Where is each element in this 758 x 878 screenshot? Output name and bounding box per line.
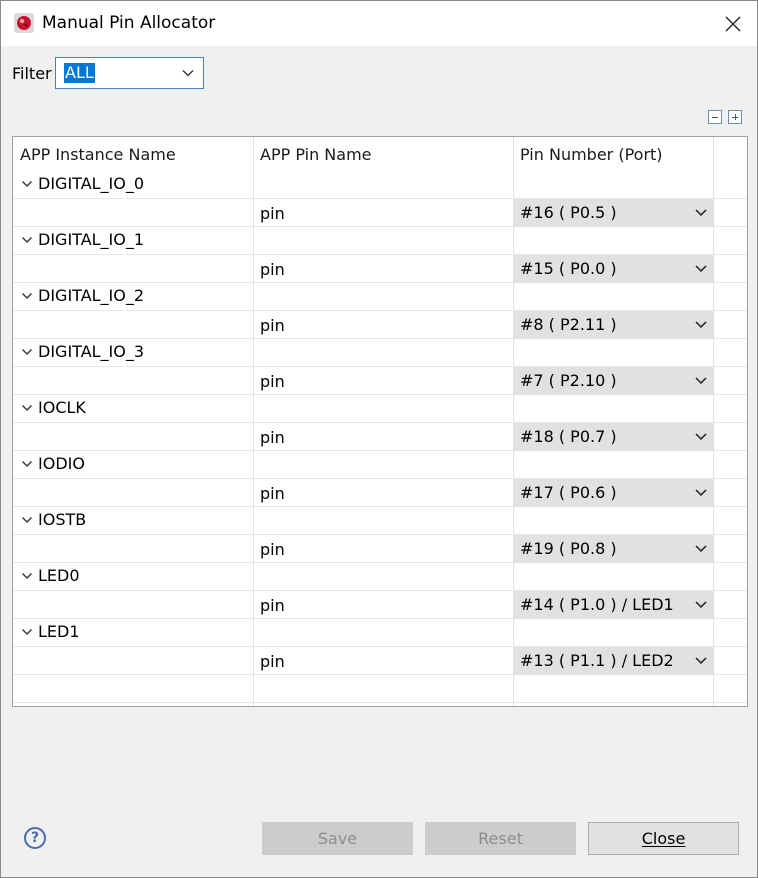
manual-pin-allocator-dialog: Manual Pin Allocator Filter ALL APP Inst… bbox=[0, 0, 758, 878]
column-header-instance[interactable]: APP Instance Name bbox=[20, 145, 176, 164]
instance-name: IOSTB bbox=[38, 510, 87, 529]
chevron-down-icon[interactable] bbox=[21, 570, 33, 582]
table-row-empty bbox=[13, 675, 747, 703]
title-bar: Manual Pin Allocator bbox=[1, 1, 757, 46]
app-chip-icon bbox=[14, 13, 34, 33]
window-title: Manual Pin Allocator bbox=[42, 13, 216, 33]
instance-name: DIGITAL_IO_1 bbox=[38, 230, 145, 249]
table-row-pin[interactable]: pin #14 ( P1.0 ) / LED1 bbox=[13, 591, 747, 619]
chevron-down-icon[interactable] bbox=[21, 626, 33, 638]
column-header-pin-number[interactable]: Pin Number (Port) bbox=[520, 145, 663, 164]
chevron-down-icon bbox=[695, 601, 707, 609]
help-icon[interactable]: ? bbox=[24, 827, 46, 849]
close-icon bbox=[725, 16, 741, 32]
instance-name: IOCLK bbox=[38, 398, 86, 417]
chevron-down-icon[interactable] bbox=[21, 290, 33, 302]
table-header: APP Instance Name APP Pin Name Pin Numbe… bbox=[13, 137, 747, 171]
table-row-pin[interactable]: pin #18 ( P0.7 ) bbox=[13, 423, 747, 451]
pin-number-value: #14 ( P1.0 ) / LED1 bbox=[520, 595, 674, 614]
pin-name: pin bbox=[260, 316, 285, 335]
table-row-instance[interactable]: IODIO bbox=[13, 451, 747, 479]
reset-button[interactable]: Reset bbox=[425, 822, 576, 855]
pin-number-combo[interactable]: #15 ( P0.0 ) bbox=[514, 255, 714, 283]
pin-number-combo[interactable]: #7 ( P2.10 ) bbox=[514, 367, 714, 395]
instance-name: DIGITAL_IO_0 bbox=[38, 174, 145, 193]
pin-number-value: #16 ( P0.5 ) bbox=[520, 203, 617, 222]
expand-all-icon[interactable] bbox=[728, 110, 742, 124]
pin-number-combo[interactable]: #18 ( P0.7 ) bbox=[514, 423, 714, 451]
pin-number-value: #8 ( P2.11 ) bbox=[520, 315, 617, 334]
pin-allocation-table: APP Instance Name APP Pin Name Pin Numbe… bbox=[12, 136, 748, 707]
close-window-button[interactable] bbox=[718, 9, 748, 39]
table-row-instance[interactable]: DIGITAL_IO_1 bbox=[13, 227, 747, 255]
table-row-pin[interactable]: pin #13 ( P1.1 ) / LED2 bbox=[13, 647, 747, 675]
table-row-pin[interactable]: pin #7 ( P2.10 ) bbox=[13, 367, 747, 395]
chevron-down-icon bbox=[695, 209, 707, 217]
chevron-down-icon[interactable] bbox=[21, 234, 33, 246]
pin-number-combo[interactable]: #19 ( P0.8 ) bbox=[514, 535, 714, 563]
chevron-down-icon[interactable] bbox=[21, 402, 33, 414]
table-row-instance[interactable]: LED0 bbox=[13, 563, 747, 591]
pin-number-combo[interactable]: #17 ( P0.6 ) bbox=[514, 479, 714, 507]
table-row-pin[interactable]: pin #8 ( P2.11 ) bbox=[13, 311, 747, 339]
instance-name: LED0 bbox=[38, 566, 80, 585]
pin-name: pin bbox=[260, 204, 285, 223]
pin-number-value: #17 ( P0.6 ) bbox=[520, 483, 617, 502]
instance-name: DIGITAL_IO_3 bbox=[38, 342, 145, 361]
table-row-instance[interactable]: DIGITAL_IO_3 bbox=[13, 339, 747, 367]
chevron-down-icon bbox=[695, 545, 707, 553]
chevron-down-icon bbox=[182, 70, 194, 77]
pin-number-combo[interactable]: #16 ( P0.5 ) bbox=[514, 199, 714, 227]
instance-name: IODIO bbox=[38, 454, 85, 473]
instance-name: LED1 bbox=[38, 622, 80, 641]
save-button[interactable]: Save bbox=[262, 822, 413, 855]
chevron-down-icon bbox=[695, 265, 707, 273]
table-row-instance[interactable]: IOCLK bbox=[13, 395, 747, 423]
pin-number-value: #19 ( P0.8 ) bbox=[520, 539, 617, 558]
pin-name: pin bbox=[260, 428, 285, 447]
chevron-down-icon[interactable] bbox=[21, 178, 33, 190]
table-row-pin[interactable]: pin #17 ( P0.6 ) bbox=[13, 479, 747, 507]
chevron-down-icon bbox=[695, 657, 707, 665]
close-button-label: Close bbox=[641, 829, 686, 848]
table-row-pin[interactable]: pin #19 ( P0.8 ) bbox=[13, 535, 747, 563]
pin-name: pin bbox=[260, 372, 285, 391]
table-row-instance[interactable]: LED1 bbox=[13, 619, 747, 647]
pin-name: pin bbox=[260, 596, 285, 615]
table-row-pin[interactable]: pin #16 ( P0.5 ) bbox=[13, 199, 747, 227]
table-row-pin[interactable]: pin #15 ( P0.0 ) bbox=[13, 255, 747, 283]
chevron-down-icon[interactable] bbox=[21, 514, 33, 526]
pin-number-value: #13 ( P1.1 ) / LED2 bbox=[520, 651, 674, 670]
pin-number-value: #7 ( P2.10 ) bbox=[520, 371, 617, 390]
chevron-down-icon bbox=[695, 489, 707, 497]
pin-name: pin bbox=[260, 260, 285, 279]
pin-name: pin bbox=[260, 652, 285, 671]
filter-selected-value: ALL bbox=[64, 63, 95, 83]
table-row-instance[interactable]: IOSTB bbox=[13, 507, 747, 535]
pin-number-combo[interactable]: #8 ( P2.11 ) bbox=[514, 311, 714, 339]
pin-number-combo[interactable]: #14 ( P1.0 ) / LED1 bbox=[514, 591, 714, 619]
close-button[interactable]: Close bbox=[588, 822, 739, 855]
collapse-all-icon[interactable] bbox=[708, 110, 722, 124]
pin-number-value: #15 ( P0.0 ) bbox=[520, 259, 617, 278]
column-header-pin-name[interactable]: APP Pin Name bbox=[260, 145, 372, 164]
table-row-instance[interactable]: DIGITAL_IO_2 bbox=[13, 283, 747, 311]
pin-number-value: #18 ( P0.7 ) bbox=[520, 427, 617, 446]
chevron-down-icon bbox=[695, 377, 707, 385]
table-row-instance[interactable]: DIGITAL_IO_0 bbox=[13, 171, 747, 199]
chevron-down-icon bbox=[695, 433, 707, 441]
filter-dropdown[interactable]: ALL bbox=[55, 57, 204, 89]
chevron-down-icon[interactable] bbox=[21, 346, 33, 358]
filter-label: Filter bbox=[12, 64, 52, 83]
chevron-down-icon bbox=[695, 321, 707, 329]
chevron-down-icon[interactable] bbox=[21, 458, 33, 470]
pin-name: pin bbox=[260, 484, 285, 503]
pin-number-combo[interactable]: #13 ( P1.1 ) / LED2 bbox=[514, 647, 714, 675]
instance-name: DIGITAL_IO_2 bbox=[38, 286, 145, 305]
pin-name: pin bbox=[260, 540, 285, 559]
